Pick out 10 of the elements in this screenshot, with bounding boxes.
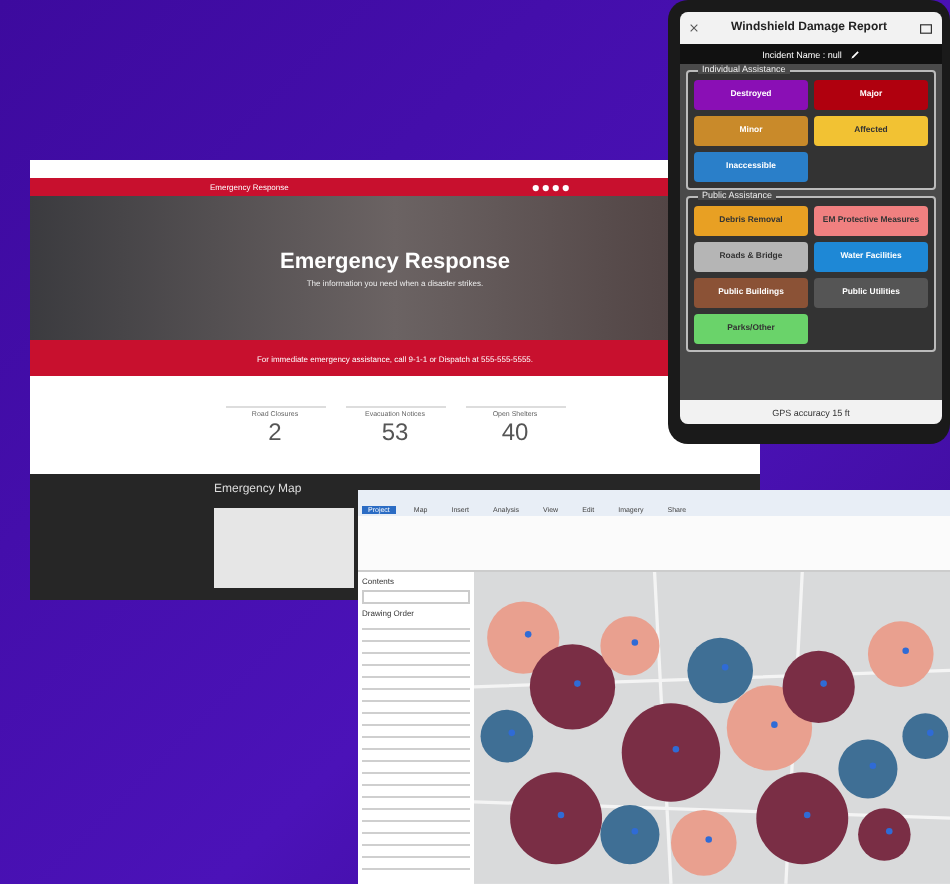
hero-title: Emergency Response xyxy=(280,249,510,273)
pencil-icon[interactable] xyxy=(849,49,860,59)
map-placeholder xyxy=(214,508,354,588)
search-field[interactable] xyxy=(362,590,470,605)
social-icons[interactable] xyxy=(532,183,572,191)
close-icon[interactable] xyxy=(690,24,698,32)
stat-value: 2 xyxy=(268,417,282,445)
stat-value: 40 xyxy=(501,417,529,445)
stat-value: 53 xyxy=(381,417,409,445)
export-icon[interactable] xyxy=(920,23,932,33)
